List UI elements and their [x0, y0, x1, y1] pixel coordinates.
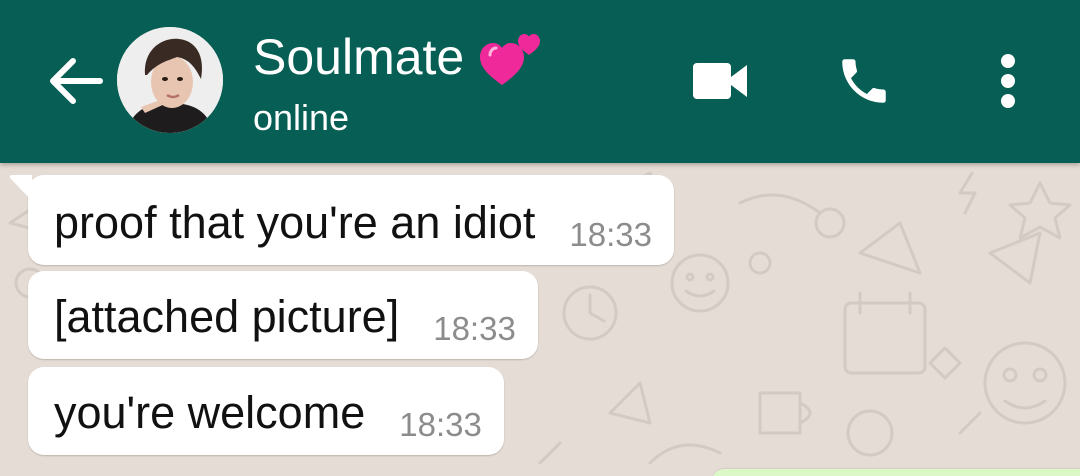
back-arrow-icon [50, 58, 103, 104]
message-text: you're welcome [54, 387, 366, 438]
message-bubble[interactable]: you're welcome 18:33 [28, 367, 504, 455]
contact-avatar[interactable] [117, 27, 223, 133]
chat-header: Soulmate online [0, 0, 1080, 163]
message-text: proof that you're an idiot [54, 197, 536, 248]
avatar-photo [117, 27, 223, 133]
more-options-icon [1001, 54, 1015, 108]
chat-area[interactable]: proof that you're an idiot 18:33 [attach… [0, 163, 1080, 476]
two-hearts-icon [478, 25, 548, 89]
contact-name: Soulmate [253, 29, 465, 85]
bubble-tail [9, 175, 32, 201]
message-time: 18:33 [399, 406, 482, 443]
video-call-icon [693, 63, 747, 99]
contact-status: online [253, 97, 350, 138]
more-options-button[interactable] [972, 45, 1044, 117]
video-call-button[interactable] [684, 45, 756, 117]
message-text: [attached picture] [54, 291, 400, 342]
outgoing-message-bubble[interactable] [712, 469, 1080, 476]
voice-call-button[interactable] [828, 45, 900, 117]
message-time: 18:33 [569, 216, 652, 253]
message-bubble[interactable]: proof that you're an idiot 18:33 [9, 175, 674, 265]
message-bubble[interactable]: [attached picture] 18:33 [28, 271, 538, 359]
back-button[interactable] [42, 48, 108, 114]
phone-icon [842, 59, 886, 103]
message-time: 18:33 [433, 310, 516, 347]
contact-title[interactable]: Soulmate [253, 24, 548, 90]
